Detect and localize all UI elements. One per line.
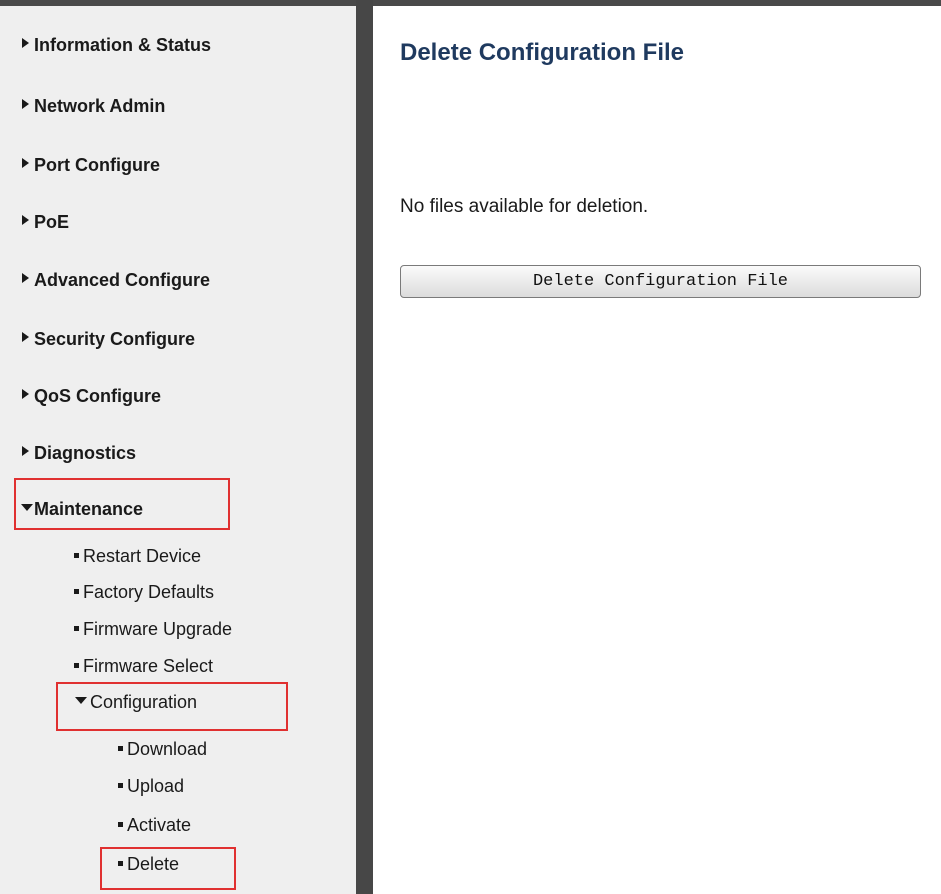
subnav-label: Configuration <box>90 692 198 712</box>
subnav-download[interactable]: Download <box>118 736 207 762</box>
nav-security-configure[interactable]: Security Configure <box>20 324 195 354</box>
subnav-label: Firmware Select <box>83 656 214 676</box>
sidebar-nav: Information & Status Network Admin Port … <box>0 6 356 894</box>
nav-network-admin[interactable]: Network Admin <box>20 91 165 121</box>
subnav-firmware-select[interactable]: Firmware Select <box>74 653 213 679</box>
bullet-icon <box>74 663 79 668</box>
nav-label: Network Admin <box>34 96 166 116</box>
nav-label: Port Configure <box>34 155 160 175</box>
nav-poe[interactable]: PoE <box>20 207 69 237</box>
nav-diagnostics[interactable]: Diagnostics <box>20 438 136 468</box>
subnav-label: Restart Device <box>83 546 202 566</box>
subnav-delete[interactable]: Delete <box>118 851 179 877</box>
triangle-right-icon <box>22 99 29 109</box>
triangle-right-icon <box>22 273 29 283</box>
triangle-right-icon <box>22 158 29 168</box>
empty-files-message: No files available for deletion. <box>400 196 649 217</box>
subnav-label: Firmware Upgrade <box>83 619 233 639</box>
nav-port-configure[interactable]: Port Configure <box>20 150 160 180</box>
nav-label: PoE <box>34 212 70 232</box>
sidebar-divider <box>356 0 373 894</box>
triangle-down-icon <box>21 504 33 511</box>
nav-maintenance[interactable]: Maintenance <box>20 494 143 524</box>
subnav-label: Delete <box>127 854 180 874</box>
subnav-upload[interactable]: Upload <box>118 773 184 799</box>
delete-configuration-file-button[interactable]: Delete Configuration File <box>400 265 921 298</box>
subnav-restart-device[interactable]: Restart Device <box>74 543 201 569</box>
nav-qos-configure[interactable]: QoS Configure <box>20 381 161 411</box>
nav-advanced-configure[interactable]: Advanced Configure <box>20 265 210 295</box>
subnav-activate[interactable]: Activate <box>118 812 191 838</box>
page-title: Delete Configuration File <box>400 39 685 66</box>
nav-label: Advanced Configure <box>34 270 211 290</box>
nav-label: Information & Status <box>34 35 212 55</box>
triangle-down-icon <box>75 697 87 704</box>
nav-label: QoS Configure <box>34 386 161 406</box>
triangle-right-icon <box>22 332 29 342</box>
bullet-icon <box>74 553 79 558</box>
subnav-factory-defaults[interactable]: Factory Defaults <box>74 579 214 605</box>
subnav-label: Activate <box>127 815 192 835</box>
bullet-icon <box>118 822 123 827</box>
nav-information-status[interactable]: Information & Status <box>20 30 211 60</box>
triangle-right-icon <box>22 446 29 456</box>
subnav-label: Factory Defaults <box>83 582 215 602</box>
subnav-label: Upload <box>127 776 185 796</box>
triangle-right-icon <box>22 38 29 48</box>
nav-label: Security Configure <box>34 329 196 349</box>
main-content: Delete Configuration File No files avail… <box>373 6 941 894</box>
bullet-icon <box>74 589 79 594</box>
bullet-icon <box>118 746 123 751</box>
nav-label: Diagnostics <box>34 443 137 463</box>
bullet-icon <box>118 861 123 866</box>
bullet-icon <box>118 783 123 788</box>
subnav-label: Download <box>127 739 208 759</box>
bullet-icon <box>74 626 79 631</box>
subnav-configuration[interactable]: Configuration <box>74 689 197 715</box>
triangle-right-icon <box>22 215 29 225</box>
nav-label: Maintenance <box>34 499 144 519</box>
subnav-firmware-upgrade[interactable]: Firmware Upgrade <box>74 616 232 642</box>
triangle-right-icon <box>22 389 29 399</box>
